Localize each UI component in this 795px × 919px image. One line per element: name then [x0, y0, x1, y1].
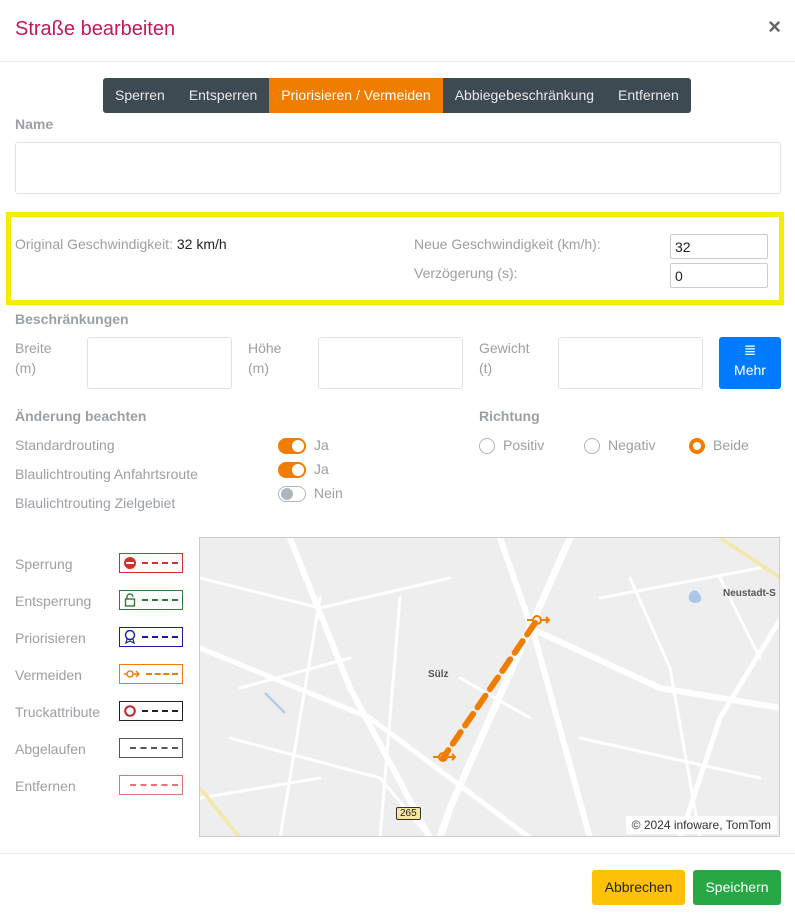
direction-beide-label: Beide	[713, 437, 749, 453]
cancel-button[interactable]: Abbrechen	[592, 870, 685, 905]
height-input[interactable]	[318, 337, 463, 389]
delay-label: Verzögerung (s):	[414, 265, 518, 281]
zielgebiet-state: Nein	[314, 485, 343, 501]
tab-entsperren[interactable]: Entsperren	[176, 78, 270, 113]
standardrouting-toggle[interactable]	[278, 438, 306, 454]
direction-negativ-radio[interactable]	[584, 438, 600, 454]
legend-entsperrung	[119, 590, 183, 610]
close-button[interactable]: ×	[768, 16, 781, 38]
direction-positiv-radio[interactable]	[479, 438, 495, 454]
width-label: Breite (m)	[15, 338, 52, 378]
weight-label-text: Gewicht	[479, 340, 530, 356]
legend-line	[142, 562, 178, 564]
more-button-label: Mehr	[734, 362, 766, 378]
width-label-text: Breite	[15, 340, 52, 356]
original-speed-value: 32 km/h	[176, 236, 227, 252]
original-speed-label: Original Geschwindigkeit:	[15, 236, 173, 252]
legend-abgelaufen-label: Abgelaufen	[15, 741, 86, 757]
legend-line	[146, 673, 178, 675]
map-view[interactable]: Sülz Neustadt-S 265 © 2024 infoware, Tom…	[199, 537, 780, 837]
anfahrtsroute-state: Ja	[314, 461, 329, 477]
legend-line	[130, 784, 178, 786]
map-canvas	[200, 538, 779, 836]
no-entry-icon	[124, 557, 136, 569]
toggle-knob	[292, 464, 304, 476]
new-speed-input[interactable]: 32	[670, 234, 768, 259]
weight-label-unit: (t)	[479, 360, 493, 376]
width-input[interactable]	[87, 337, 232, 389]
legend-vermeiden-label: Vermeiden	[15, 667, 82, 683]
list-icon: ≣	[743, 342, 757, 359]
standardrouting-label: Standardrouting	[15, 437, 115, 453]
weight-label: Gewicht (t)	[479, 338, 530, 378]
legend-priorisieren	[119, 627, 183, 647]
legend-sperrung	[119, 553, 183, 573]
direction-negativ-label: Negativ	[608, 437, 656, 453]
new-speed-label: Neue Geschwindigkeit (km/h):	[414, 236, 601, 252]
modal-header: Straße bearbeiten ×	[0, 0, 795, 62]
map-attribution[interactable]: © 2024 infoware, TomTom	[625, 816, 777, 834]
map-place-label: Neustadt-S	[723, 588, 776, 599]
toggle-knob	[292, 440, 304, 452]
avoid-icon	[124, 670, 140, 678]
unlock-icon	[124, 593, 136, 607]
more-button[interactable]: ≣ Mehr	[719, 337, 781, 389]
legend-line	[142, 636, 178, 638]
zielgebiet-toggle[interactable]	[278, 486, 306, 502]
modal-title: Straße bearbeiten	[15, 18, 176, 40]
changes-title: Änderung beachten	[15, 408, 147, 424]
tab-sperren[interactable]: Sperren	[103, 78, 177, 113]
delay-input[interactable]: 0	[670, 263, 768, 288]
width-label-unit: (m)	[15, 360, 36, 376]
tab-priorisieren-vermeiden[interactable]: Priorisieren / Vermeiden	[269, 78, 443, 113]
toggle-knob	[281, 488, 293, 500]
height-label-unit: (m)	[248, 360, 269, 376]
weight-input[interactable]	[558, 337, 703, 389]
mode-tabs: Sperren Entsperren Priorisieren / Vermei…	[103, 78, 691, 113]
legend-sperrung-label: Sperrung	[15, 556, 73, 572]
legend-vermeiden	[119, 664, 183, 684]
legend-entfernen-label: Entfernen	[15, 778, 76, 794]
speed-highlight-box: Original Geschwindigkeit: 32 km/h Neue G…	[6, 212, 784, 305]
map-place-label: Sülz	[428, 669, 449, 680]
standardrouting-state: Ja	[314, 437, 329, 453]
save-button[interactable]: Speichern	[693, 870, 781, 905]
legend-line	[142, 710, 178, 712]
zielgebiet-label: Blaulichtrouting Zielgebiet	[15, 495, 176, 511]
legend-entfernen	[119, 775, 183, 795]
legend-truckattribute	[119, 701, 183, 721]
name-input[interactable]	[15, 142, 781, 194]
direction-title: Richtung	[479, 408, 540, 424]
badge-icon	[124, 630, 136, 644]
circle-icon	[124, 705, 136, 717]
anfahrtsroute-toggle[interactable]	[278, 462, 306, 478]
legend-priorisieren-label: Priorisieren	[15, 630, 86, 646]
tab-abbiegebeschraenkung[interactable]: Abbiegebeschränkung	[442, 78, 607, 113]
tab-entfernen[interactable]: Entfernen	[606, 78, 691, 113]
road-number-badge: 265	[396, 807, 421, 820]
legend-entsperrung-label: Entsperrung	[15, 593, 92, 609]
legend-line	[130, 747, 178, 749]
height-label: Höhe (m)	[248, 338, 281, 378]
name-label: Name	[15, 116, 54, 132]
original-speed: Original Geschwindigkeit: 32 km/h	[15, 236, 227, 252]
anfahrtsroute-label: Blaulichtrouting Anfahrtsroute	[15, 466, 198, 482]
direction-positiv-label: Positiv	[503, 437, 545, 453]
legend-abgelaufen	[119, 738, 183, 758]
direction-beide-radio[interactable]	[689, 438, 705, 454]
legend-line	[142, 599, 178, 601]
restrictions-title: Beschränkungen	[15, 311, 129, 327]
height-label-text: Höhe	[248, 340, 282, 356]
legend-truckattribute-label: Truckattribute	[15, 704, 101, 720]
